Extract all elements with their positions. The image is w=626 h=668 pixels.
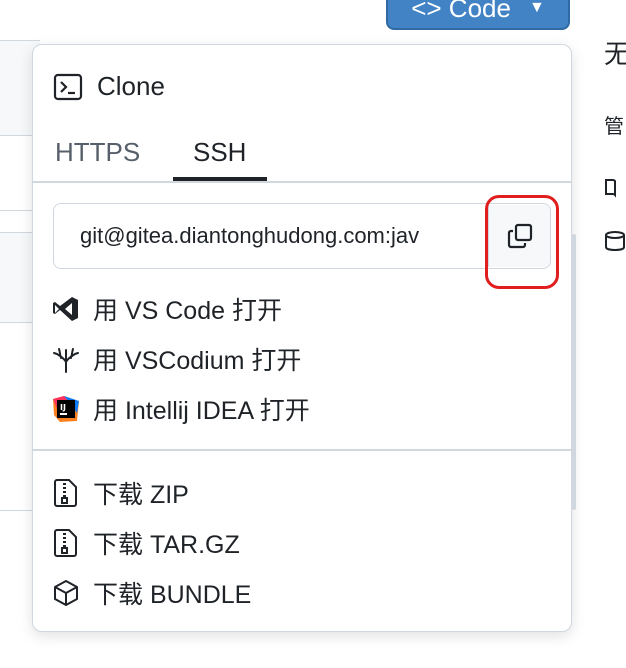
clone-title: Clone: [97, 71, 165, 101]
active-tab-indicator: [173, 177, 267, 181]
protocol-tabs: HTTPS SSH: [33, 125, 571, 183]
code-button[interactable]: <> Code ▼: [386, 0, 570, 30]
tab-ssh[interactable]: SSH: [193, 137, 246, 168]
caret-down-icon: ▼: [528, 0, 545, 16]
book-icon: [605, 179, 616, 198]
download-targz-item[interactable]: 下载 TAR.GZ: [51, 518, 551, 568]
open-vscodium-label: 用 VSCodium 打开: [93, 347, 302, 375]
copy-button-highlight: [485, 195, 559, 289]
svg-text:IJ: IJ: [60, 403, 66, 412]
open-vscode-label: 用 VS Code 打开: [93, 297, 282, 325]
code-button-label: <> Code: [411, 0, 511, 23]
download-list: 下载 ZIP 下载 TAR.GZ 下载 BUNDLE: [51, 468, 551, 618]
download-targz-label: 下载 TAR.GZ: [93, 531, 240, 559]
download-bundle-label: 下载 BUNDLE: [93, 581, 252, 609]
side-text-mid: 管: [604, 116, 624, 138]
clone-dropdown: Clone HTTPS SSH git@gitea.diantonghudong…: [32, 44, 572, 632]
vscode-icon: [51, 294, 81, 324]
stage: <> Code ▼ 无 管 Clone HTTPS SSH git@gitea.…: [0, 0, 626, 668]
clone-header: Clone: [53, 71, 165, 102]
open-vscodium-item[interactable]: 用 VSCodium 打开: [51, 334, 551, 384]
section-divider: [33, 449, 571, 451]
intellij-icon: IJ: [51, 394, 81, 424]
file-zip-icon: [51, 528, 81, 558]
download-zip-label: 下载 ZIP: [93, 481, 189, 509]
terminal-icon: [53, 73, 83, 100]
open-intellij-item[interactable]: IJ 用 Intellij IDEA 打开: [51, 384, 551, 434]
package-icon: [51, 578, 81, 608]
database-icon: [605, 231, 625, 252]
open-intellij-label: 用 Intellij IDEA 打开: [93, 397, 310, 425]
open-vscode-item[interactable]: 用 VS Code 打开: [51, 284, 551, 334]
download-zip-item[interactable]: 下载 ZIP: [51, 468, 551, 518]
clone-url-text[interactable]: git@gitea.diantonghudong.com:jav: [80, 223, 460, 249]
download-bundle-item[interactable]: 下载 BUNDLE: [51, 568, 551, 618]
vscodium-icon: [51, 344, 81, 374]
divider: [0, 40, 40, 41]
side-text-top: 无: [604, 39, 626, 69]
clone-url-field[interactable]: git@gitea.diantonghudong.com:jav: [53, 203, 551, 269]
open-with-list: 用 VS Code 打开 用 VSCodium 打开 IJ 用 Intellij…: [51, 284, 551, 434]
file-zip-icon: [51, 478, 81, 508]
scrollbar[interactable]: [572, 234, 576, 510]
tab-https[interactable]: HTTPS: [55, 137, 140, 168]
